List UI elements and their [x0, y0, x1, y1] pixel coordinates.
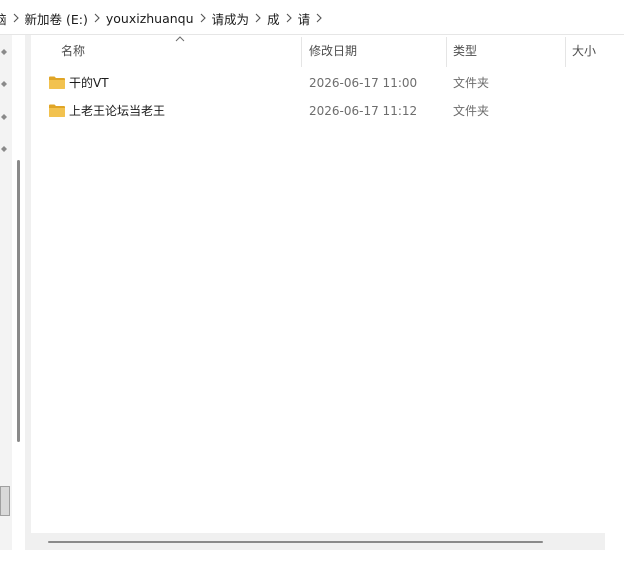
breadcrumb: 脑 新加卷 (E:) youxizhuanqu 请成为 成 请 — [0, 9, 324, 27]
folder-icon — [49, 104, 65, 117]
file-type: 文件夹 — [453, 76, 490, 90]
column-header-name[interactable]: 名称 — [61, 35, 85, 67]
pin-icon[interactable] — [0, 48, 8, 56]
column-header-type[interactable]: 类型 — [453, 35, 477, 67]
chevron-right-icon[interactable] — [11, 11, 21, 25]
chevron-right-icon[interactable] — [253, 11, 263, 25]
chevron-right-icon[interactable] — [314, 11, 324, 25]
file-list[interactable]: 名称 修改日期 类型 大小 干的VT 2026-06-17 11:00 文件夹 … — [31, 35, 605, 550]
chevron-right-icon[interactable] — [284, 11, 294, 25]
column-divider[interactable] — [446, 37, 447, 67]
breadcrumb-item-youxizhuanqu[interactable]: youxizhuanqu — [102, 11, 198, 26]
column-header-date[interactable]: 修改日期 — [309, 35, 357, 67]
file-list-hscrollbar-thumb[interactable] — [48, 541, 543, 543]
column-divider[interactable] — [565, 37, 566, 67]
breadcrumb-item-drive-e[interactable]: 新加卷 (E:) — [21, 9, 92, 28]
chevron-right-icon[interactable] — [198, 11, 208, 25]
sort-ascending-icon — [175, 36, 185, 42]
breadcrumb-item-current[interactable]: 请 — [294, 9, 315, 28]
breadcrumb-item-folder-2[interactable]: 成 — [263, 9, 284, 28]
column-header-size[interactable]: 大小 — [572, 35, 596, 67]
column-header-row: 名称 修改日期 类型 大小 — [31, 35, 605, 67]
list-item[interactable]: 干的VT 2026-06-17 11:00 文件夹 — [31, 70, 605, 96]
pin-icon[interactable] — [0, 145, 8, 153]
navigation-pane[interactable] — [0, 35, 12, 550]
breadcrumb-item-folder-1[interactable]: 请成为 — [208, 9, 254, 28]
file-date: 2026-06-17 11:00 — [309, 76, 418, 90]
navigation-pane-hscroll-thumb[interactable] — [0, 486, 10, 516]
column-divider[interactable] — [301, 37, 302, 67]
address-bar[interactable]: 脑 新加卷 (E:) youxizhuanqu 请成为 成 请 — [0, 0, 624, 35]
file-name[interactable]: 上老王论坛当老王 — [69, 98, 165, 124]
navigation-pane-scrollbar-thumb[interactable] — [17, 160, 20, 442]
file-date: 2026-06-17 11:12 — [309, 104, 418, 118]
pin-icon[interactable] — [0, 80, 8, 88]
list-right-margin — [605, 35, 624, 550]
list-item[interactable]: 上老王论坛当老王 2026-06-17 11:12 文件夹 — [31, 98, 605, 124]
file-list-hscrollbar[interactable] — [31, 533, 605, 550]
file-type: 文件夹 — [453, 104, 490, 118]
breadcrumb-item-computer[interactable]: 脑 — [0, 9, 11, 28]
chevron-right-icon[interactable] — [92, 11, 102, 25]
pin-icon[interactable] — [0, 113, 8, 121]
folder-icon — [49, 76, 65, 89]
file-name[interactable]: 干的VT — [69, 70, 109, 96]
